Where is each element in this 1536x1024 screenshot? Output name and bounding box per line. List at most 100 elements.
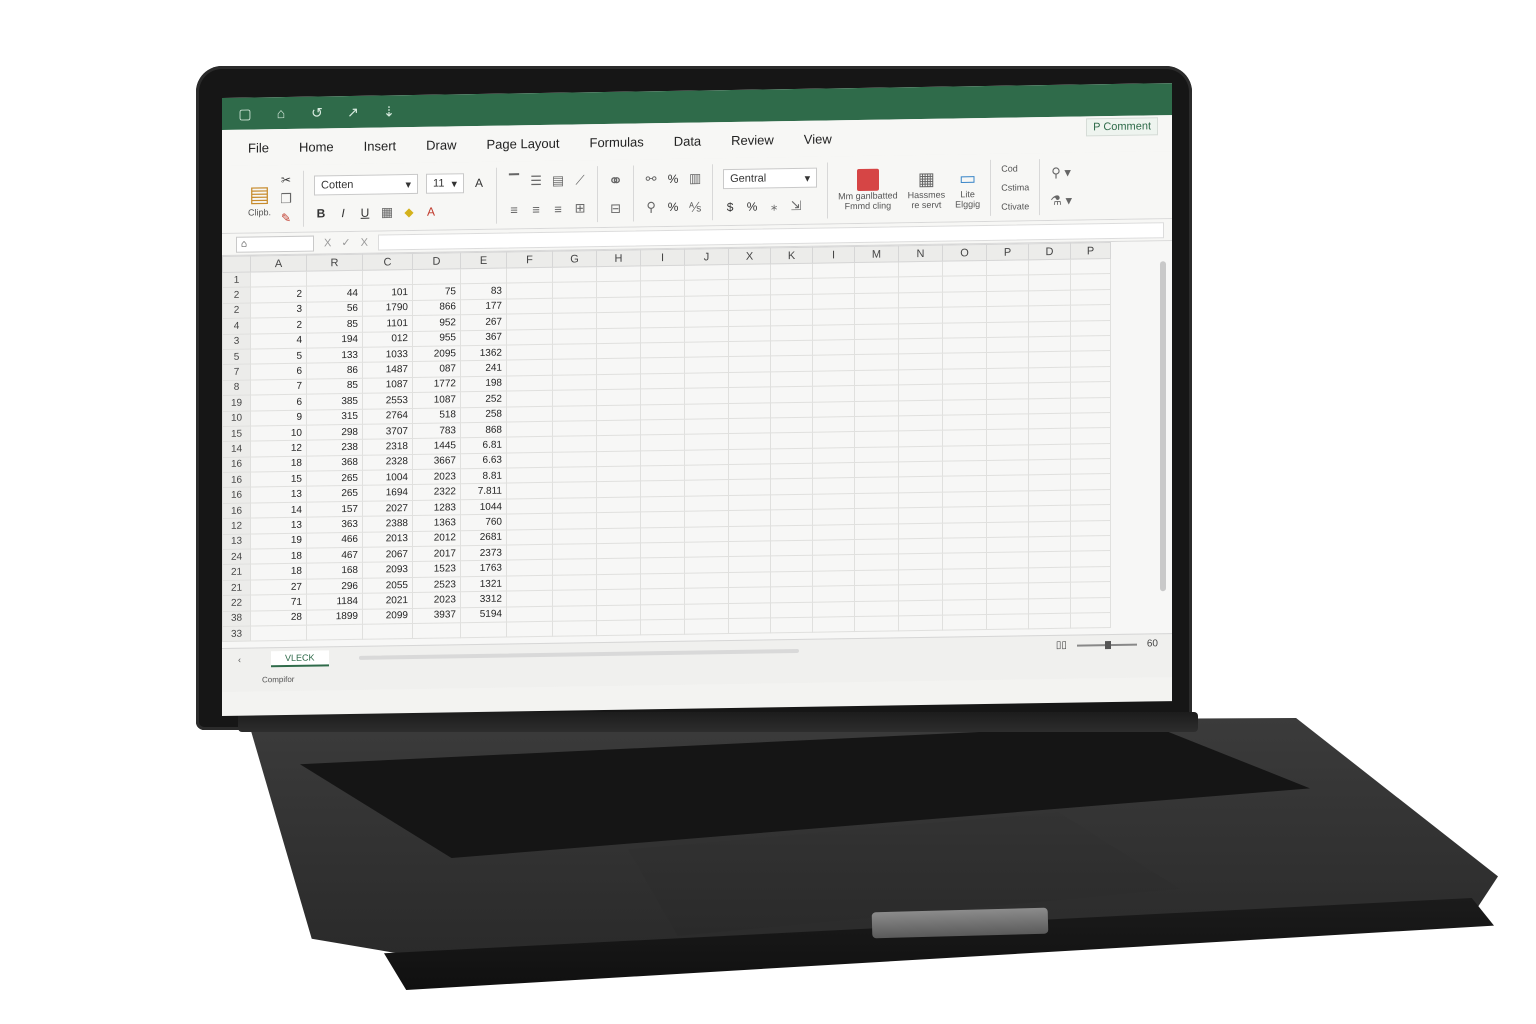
column-header[interactable]: X	[728, 247, 771, 265]
cell[interactable]: 252	[460, 391, 507, 408]
cell[interactable]: 18	[250, 563, 307, 580]
cell[interactable]	[684, 418, 729, 435]
link-icon[interactable]: ⚭	[608, 170, 623, 191]
cell[interactable]	[306, 624, 363, 641]
cell[interactable]	[1070, 504, 1111, 521]
cell[interactable]	[596, 281, 641, 298]
column-header[interactable]: E	[460, 252, 507, 269]
cell[interactable]	[506, 436, 553, 453]
function-icon[interactable]: X	[361, 236, 368, 248]
cell[interactable]	[942, 429, 987, 446]
cell[interactable]	[1070, 612, 1111, 629]
cell[interactable]: 3312	[460, 591, 507, 608]
cell[interactable]: 2764	[362, 408, 413, 425]
cell[interactable]	[942, 475, 987, 493]
cell[interactable]: 83	[460, 283, 507, 300]
cell[interactable]	[1028, 320, 1071, 337]
cell[interactable]	[728, 494, 771, 511]
cell[interactable]	[986, 490, 1029, 507]
cell[interactable]	[640, 465, 685, 482]
cell[interactable]	[942, 583, 987, 600]
cell[interactable]	[1070, 273, 1111, 290]
tab-view[interactable]: View	[804, 131, 832, 146]
cell[interactable]	[728, 510, 771, 527]
cell[interactable]	[1070, 320, 1111, 337]
cell[interactable]	[506, 375, 553, 392]
redo-icon[interactable]: ↗	[342, 103, 364, 120]
cell[interactable]	[770, 478, 813, 495]
align-left-icon[interactable]: ≡	[507, 202, 521, 217]
cell[interactable]: 2553	[362, 392, 413, 409]
percent-style-button[interactable]: %	[745, 200, 759, 214]
cell[interactable]: 2093	[362, 561, 413, 579]
cell[interactable]	[596, 589, 641, 606]
cell[interactable]	[1070, 458, 1111, 475]
italic-button[interactable]: I	[336, 206, 350, 220]
cell[interactable]	[552, 282, 597, 299]
cell[interactable]	[1028, 274, 1071, 291]
column-header[interactable]: H	[596, 249, 641, 267]
cell[interactable]: 2	[250, 286, 307, 303]
cell[interactable]	[770, 340, 813, 357]
page-layout-icon[interactable]: ▯▯	[1056, 640, 1067, 651]
cell[interactable]	[942, 399, 987, 416]
tab-page-layout[interactable]: Page Layout	[487, 135, 560, 151]
cell[interactable]	[596, 342, 641, 359]
cell[interactable]	[770, 463, 813, 480]
cell[interactable]	[552, 374, 597, 391]
cell[interactable]	[684, 618, 729, 635]
cell[interactable]	[854, 323, 899, 340]
cell[interactable]: 9	[250, 409, 307, 426]
cell[interactable]: 2027	[362, 500, 413, 517]
cell[interactable]	[1028, 459, 1071, 476]
conditional-formatting-icon[interactable]	[856, 168, 879, 192]
cell[interactable]	[728, 617, 771, 634]
cell[interactable]: 241	[460, 360, 507, 377]
cell[interactable]	[942, 291, 987, 308]
column-header[interactable]: F	[506, 251, 553, 269]
cell[interactable]: 265	[306, 470, 363, 487]
cell[interactable]	[596, 312, 641, 329]
cell[interactable]: 265	[306, 485, 363, 503]
cell[interactable]	[728, 433, 771, 450]
cell[interactable]	[684, 480, 729, 497]
search-icon[interactable]: ⚲ ▾	[1050, 165, 1072, 181]
cell[interactable]	[552, 605, 597, 622]
cell[interactable]: 2013	[362, 531, 413, 548]
cell[interactable]	[640, 449, 685, 467]
cell[interactable]: 157	[306, 501, 363, 518]
align-right-icon[interactable]: ≡	[551, 201, 565, 216]
cell[interactable]	[1028, 443, 1071, 460]
cell[interactable]	[812, 354, 855, 371]
cell[interactable]: 1184	[306, 593, 363, 610]
cell[interactable]: 2373	[460, 545, 507, 562]
cell[interactable]: 012	[362, 331, 413, 348]
cell[interactable]: 866	[412, 299, 461, 316]
cell[interactable]	[552, 328, 597, 345]
cell[interactable]: 1363	[412, 515, 461, 532]
cell[interactable]	[728, 325, 771, 342]
cell[interactable]	[684, 587, 729, 604]
cell[interactable]	[770, 370, 813, 388]
column-header[interactable]: M	[854, 245, 899, 263]
cell[interactable]	[640, 280, 685, 297]
cell[interactable]	[728, 587, 771, 604]
cell[interactable]	[640, 496, 685, 513]
cell[interactable]	[942, 275, 987, 292]
tab-data[interactable]: Data	[674, 133, 701, 148]
cell[interactable]	[552, 312, 597, 329]
row-header[interactable]: 2	[222, 287, 251, 304]
cell[interactable]	[986, 275, 1029, 292]
cell[interactable]	[942, 414, 987, 431]
cell[interactable]	[942, 460, 987, 477]
cell[interactable]	[812, 539, 855, 556]
cell[interactable]	[728, 279, 771, 296]
row-header[interactable]: 33	[222, 626, 251, 642]
cell[interactable]: 168	[306, 562, 363, 579]
cell[interactable]	[986, 521, 1029, 538]
row-header[interactable]: 16	[222, 472, 251, 488]
cell[interactable]	[684, 495, 729, 512]
cell[interactable]: 177	[460, 298, 507, 315]
cell[interactable]: 1899	[306, 608, 363, 626]
cell[interactable]	[812, 308, 855, 325]
